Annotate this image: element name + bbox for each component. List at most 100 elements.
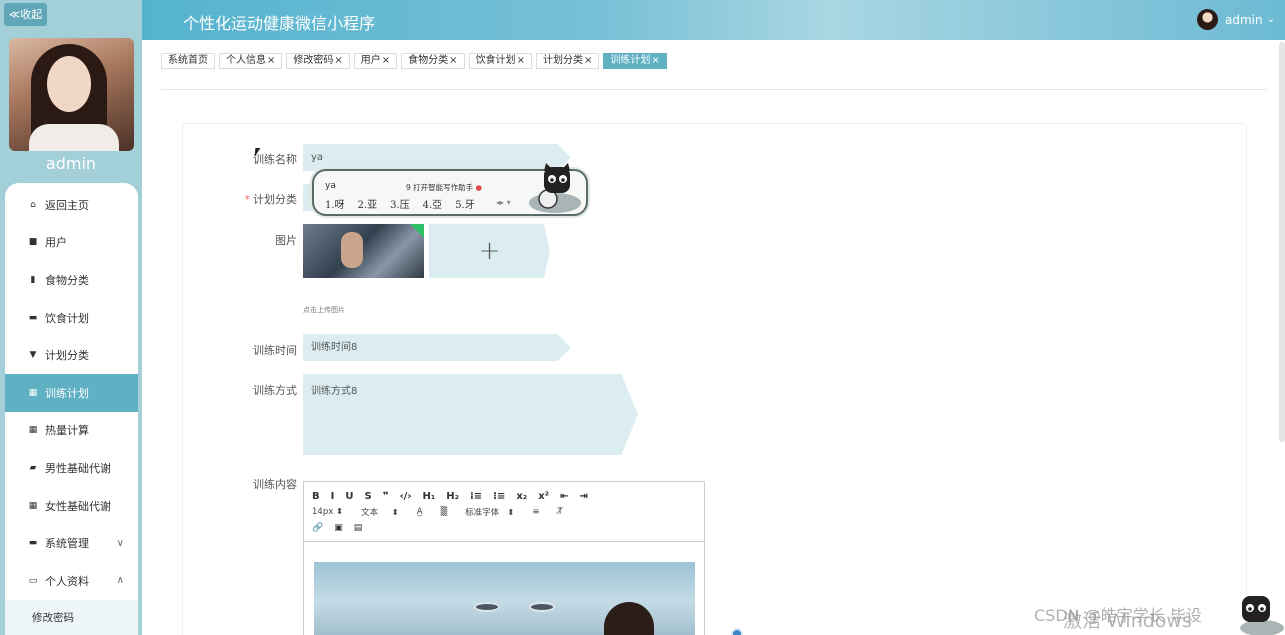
tab-label: 系统首页 — [168, 55, 208, 66]
close-icon[interactable]: × — [651, 55, 659, 66]
ime-candidate[interactable]: 4.亞 — [423, 196, 443, 211]
image-icon[interactable]: ▣ — [334, 523, 343, 533]
video-icon[interactable]: ▤ — [354, 523, 363, 533]
close-icon[interactable]: × — [267, 55, 275, 66]
tab[interactable]: 饮食计划× — [468, 53, 532, 69]
sidebar-item[interactable]: ▦ 训练计划 — [5, 373, 138, 412]
tab[interactable]: 食物分类× — [401, 53, 465, 69]
sidebar-item-label: 热量计算 — [45, 424, 89, 438]
sidebar-menu: ⌂ 返回主页 ■ 用户 ▮ 食物分类 ▬ 饮食计划 ▼ 计划分类 ▦ 训练计划 ▦ 热量计算 ▰ 男性基础代谢… — [5, 183, 138, 635]
sidebar-item[interactable]: ▬ 系统管理 ∨ — [5, 524, 138, 562]
app-title: 个性化运动健康微信小程序 — [183, 14, 376, 33]
text-type-select[interactable]: 文本 ⬍ — [361, 506, 399, 518]
tab[interactable]: 计划分类× — [535, 53, 600, 69]
ime-candidate-popup: ya 9 打开智能写作助手 ● 1.呀 2.亚 3.压 4.亞 5.牙 ◂▸ ▾ — [312, 163, 588, 216]
tab[interactable]: 用户× — [353, 53, 398, 69]
ime-candidate[interactable]: 5.牙 — [455, 196, 475, 211]
sidebar-item[interactable]: ▦ 女性基础代谢 — [5, 487, 138, 525]
divider — [161, 89, 1267, 90]
uploaded-image[interactable] — [303, 224, 424, 278]
tab[interactable]: 修改密码× — [286, 53, 350, 69]
tab-label: 用户 — [360, 55, 381, 66]
h1-icon[interactable]: H₁ — [422, 491, 435, 502]
font-color-icon[interactable]: A̲ — [417, 507, 423, 517]
tab[interactable]: 训练计划× — [603, 53, 667, 69]
time-input[interactable]: 训练时间8 — [303, 334, 571, 361]
plus-icon: + — [478, 236, 501, 266]
align-icon[interactable]: ≡ — [532, 507, 539, 517]
h2-icon[interactable]: H₂ — [446, 491, 459, 502]
ime-candidate[interactable]: 2.亚 — [358, 196, 378, 211]
home-icon: ⌂ — [30, 199, 36, 210]
sidebar-item-label: 返回主页 — [45, 198, 89, 212]
sidebar-item[interactable]: ▦ 热量计算 — [5, 412, 138, 450]
close-icon[interactable]: × — [517, 55, 525, 66]
ime-candidate[interactable]: 1.呀 — [325, 196, 345, 211]
bold-icon[interactable]: B — [312, 491, 320, 502]
underline-icon[interactable]: U — [345, 491, 353, 502]
image-label: 图片 — [275, 234, 297, 247]
user-menu[interactable]: admin ⌄ — [1197, 9, 1275, 30]
page-scrollbar[interactable] — [1279, 42, 1285, 442]
bar-chart-icon: ▮ — [30, 274, 36, 285]
clear-format-icon[interactable]: T̸ — [557, 507, 562, 517]
close-icon[interactable]: × — [382, 55, 390, 66]
grid-icon: ▦ — [28, 425, 38, 436]
monitor-icon: ▬ — [28, 538, 38, 549]
cat-mascot-icon — [529, 163, 581, 213]
collapse-button[interactable]: ≪收起 — [4, 3, 47, 26]
sidebar-item-label: 食物分类 — [45, 273, 89, 287]
tab-bar: 系统首页 个人信息× 修改密码× 用户× 食物分类× 饮食计划× 计划分类× 训练计划× — [161, 53, 667, 69]
floating-dot[interactable] — [731, 628, 743, 635]
upload-hint: 点击上传图片 — [303, 306, 345, 314]
tab-label: 计划分类 — [542, 55, 583, 66]
sidebar-item-label: 饮食计划 — [45, 311, 89, 325]
ime-assistant-link[interactable]: 9 打开智能写作助手 ● — [406, 182, 482, 193]
ime-input-text: ya — [325, 181, 336, 191]
upload-button[interactable]: + — [429, 224, 550, 278]
ime-page-nav[interactable]: ◂▸ ▾ — [496, 198, 511, 207]
sidebar: ≪收起 admin ⌂ 返回主页 ■ 用户 ▮ 食物分类 ▬ 饮食计划 ▼ 计划分类 ▦ 训练计划 ▦ 热… — [0, 0, 142, 635]
strike-icon[interactable]: S — [364, 491, 371, 502]
sidebar-item[interactable]: ▬ 饮食计划 — [5, 299, 138, 337]
italic-icon[interactable]: I — [331, 491, 335, 502]
tab[interactable]: 系统首页 — [161, 53, 215, 69]
quote-icon[interactable]: ❞ — [383, 491, 389, 502]
sidebar-item[interactable]: ■ 用户 — [5, 224, 138, 262]
sidebar-item-label: 用户 — [45, 236, 67, 250]
profile-icon: ▭ — [28, 575, 38, 586]
sidebar-item-label: 系统管理 — [45, 537, 89, 551]
chevron-down-icon: ∨ — [116, 537, 124, 549]
sidebar-item-label: 计划分类 — [45, 349, 89, 363]
sidebar-item[interactable]: ⌂ 返回主页 — [5, 186, 138, 224]
cat-mascot-icon — [1240, 596, 1284, 635]
top-header: 个性化运动健康微信小程序 admin ⌄ — [142, 0, 1285, 40]
tab-label: 食物分类 — [408, 55, 449, 66]
chat-icon: ▬ — [28, 312, 38, 323]
rich-text-editor[interactable]: B I U S ❞ ‹/› H₁ H₂ ⁞≡ ⁝≡ x₂ x² ⇤ ⇥ 14px ⬍ 文本 ⬍ A̲ ▒ … — [303, 481, 705, 635]
outdent-icon[interactable]: ⇤ — [560, 491, 568, 502]
subscript-icon[interactable]: x₂ — [516, 491, 527, 502]
bullet-list-icon[interactable]: ⁝≡ — [493, 491, 505, 502]
code-icon[interactable]: ‹/› — [400, 491, 412, 502]
sidebar-item[interactable]: ▰ 男性基础代谢 — [5, 449, 138, 487]
tab-label: 饮食计划 — [475, 55, 516, 66]
close-icon[interactable]: × — [334, 55, 342, 66]
ime-candidate[interactable]: 3.压 — [390, 196, 410, 211]
close-icon[interactable]: × — [584, 55, 592, 66]
background-color-icon[interactable]: ▒ — [441, 507, 448, 517]
sidebar-item[interactable]: ▭ 个人资料 ∧ — [5, 562, 138, 600]
close-icon[interactable]: × — [449, 55, 457, 66]
user-icon: ■ — [28, 237, 38, 248]
link-icon[interactable]: 🔗 — [312, 523, 323, 533]
sidebar-item[interactable]: ▼ 计划分类 — [5, 336, 138, 374]
font-size-select[interactable]: 14px ⬍ — [312, 507, 343, 517]
sidebar-item[interactable]: ▮ 食物分类 — [5, 261, 138, 299]
superscript-icon[interactable]: x² — [538, 491, 549, 502]
font-family-select[interactable]: 标准字体 ⬍ — [465, 506, 514, 518]
indent-icon[interactable]: ⇥ — [579, 491, 587, 502]
method-textarea[interactable]: 训练方式8 — [303, 374, 638, 455]
ordered-list-icon[interactable]: ⁞≡ — [470, 491, 482, 502]
submenu-item[interactable]: 修改密码 — [5, 599, 138, 635]
tab[interactable]: 个人信息× — [219, 53, 283, 69]
